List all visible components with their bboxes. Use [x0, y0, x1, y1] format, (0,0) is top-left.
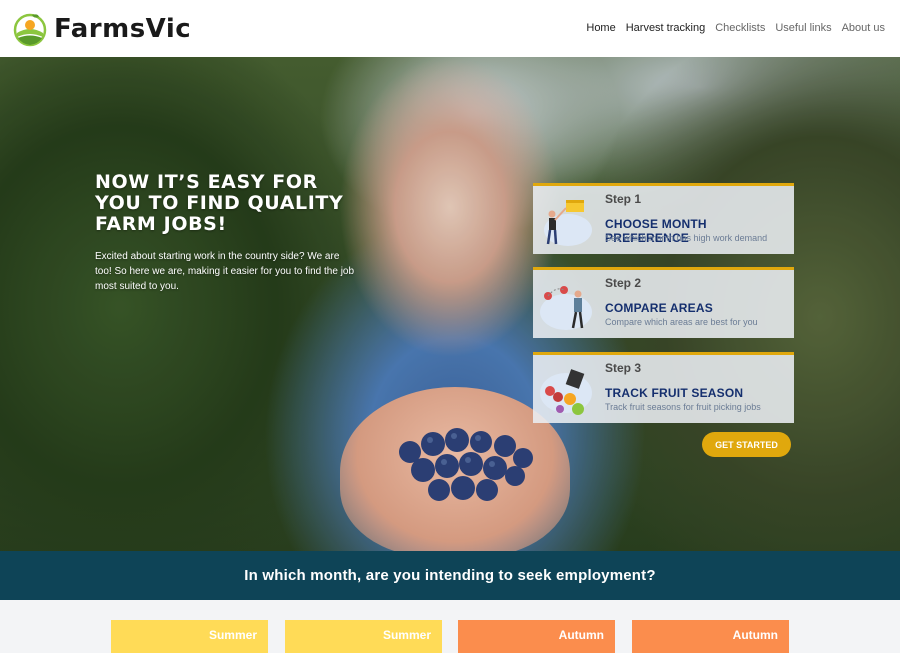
hero-title: NOW IT’S EASY FOR YOU TO FIND QUALITY FA…	[95, 171, 344, 235]
nav-checklists[interactable]: Checklists	[715, 22, 765, 34]
nav-useful-links[interactable]: Useful links	[775, 22, 831, 34]
season-card-autumn-2[interactable]: Autumn	[632, 620, 789, 653]
blueberries-image	[399, 428, 533, 501]
calendar-person-icon	[544, 200, 592, 246]
banner-heading: In which month, are you intending to see…	[244, 567, 656, 584]
step-card-1[interactable]: Step 1 CHOOSE MONTH PREFERENCE See which…	[533, 183, 794, 254]
season-card-summer-2[interactable]: Summer	[285, 620, 442, 653]
step-card-2[interactable]: Step 2 COMPARE AREAS Compare which areas…	[533, 267, 794, 338]
brand-name: FarmsVic	[54, 14, 192, 44]
step-title: TRACK FRUIT SEASON	[605, 386, 744, 400]
nav-harvest-tracking[interactable]: Harvest tracking	[626, 22, 705, 34]
season-label: Autumn	[732, 628, 778, 642]
farm-logo-icon	[13, 13, 47, 47]
season-card-autumn-1[interactable]: Autumn	[458, 620, 615, 653]
get-started-button[interactable]: GET STARTED	[702, 432, 791, 457]
step-card-3[interactable]: Step 3 TRACK FRUIT SEASON Track fruit se…	[533, 352, 794, 423]
step-description: Track fruit seasons for fruit picking jo…	[605, 402, 761, 412]
main-nav: Home Harvest tracking Checklists Useful …	[586, 22, 885, 34]
nav-home[interactable]: Home	[586, 22, 615, 34]
map-person-icon	[540, 286, 592, 330]
step-description: Compare which areas are best for you	[605, 317, 758, 327]
month-question-banner: In which month, are you intending to see…	[0, 551, 900, 600]
fruit-icon	[540, 369, 592, 415]
step-title: COMPARE AREAS	[605, 301, 713, 315]
site-header: FarmsVic Home Harvest tracking Checklist…	[0, 0, 900, 57]
season-card-summer-1[interactable]: Summer	[111, 620, 268, 653]
season-cards: Summer Summer Autumn Autumn	[0, 600, 900, 653]
season-label: Summer	[382, 628, 431, 642]
nav-about-us[interactable]: About us	[842, 22, 885, 34]
step-number: Step 1	[605, 192, 642, 206]
brand-logo[interactable]: FarmsVic	[12, 11, 191, 47]
step-number: Step 2	[605, 276, 642, 290]
season-label: Summer	[208, 628, 257, 642]
step-description: See which month has high work demand	[605, 233, 768, 243]
hero-subtitle: Excited about starting work in the count…	[95, 251, 355, 292]
season-label: Autumn	[558, 628, 604, 642]
step-number: Step 3	[605, 361, 642, 375]
